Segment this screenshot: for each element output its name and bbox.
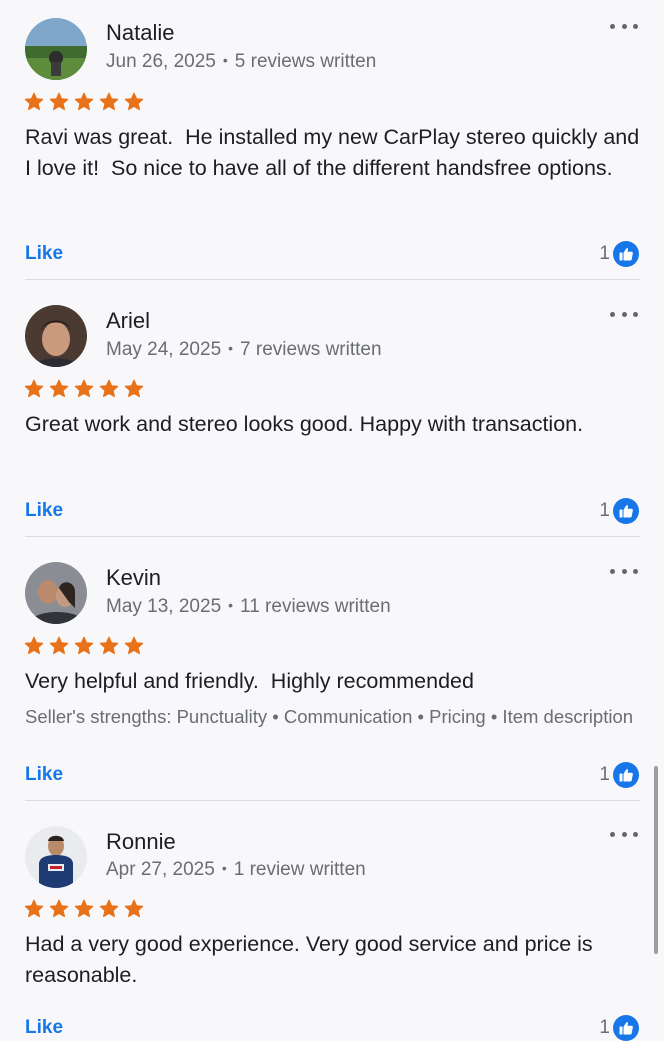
separator: • bbox=[221, 860, 227, 876]
reviews-written-count: 7 reviews written bbox=[240, 339, 382, 360]
star-icon bbox=[74, 92, 94, 111]
star-icon bbox=[124, 379, 144, 398]
like-count[interactable]: 1 bbox=[599, 498, 639, 524]
reviewer-name[interactable]: Ronnie bbox=[106, 829, 176, 855]
star-icon bbox=[49, 636, 69, 655]
star-icon bbox=[24, 899, 44, 918]
star-icon bbox=[124, 899, 144, 918]
seller-strengths: Seller's strengths: Punctuality • Commun… bbox=[25, 706, 634, 727]
star-icon bbox=[74, 379, 94, 398]
star-rating bbox=[24, 636, 149, 656]
avatar[interactable] bbox=[25, 562, 87, 624]
star-icon bbox=[49, 379, 69, 398]
like-button[interactable]: Like bbox=[25, 242, 63, 266]
star-icon bbox=[99, 379, 119, 398]
like-count-number: 1 bbox=[599, 243, 610, 264]
review-date: May 13, 2025 bbox=[106, 596, 222, 617]
star-icon bbox=[124, 92, 144, 111]
divider bbox=[25, 800, 640, 801]
avatar[interactable] bbox=[25, 305, 87, 367]
thumbs-up-icon bbox=[613, 498, 639, 524]
review-meta: May 24, 2025 • 7 reviews written bbox=[106, 338, 382, 362]
separator: • bbox=[222, 52, 228, 68]
more-options-icon[interactable] bbox=[610, 304, 638, 324]
reviewer-name[interactable]: Kevin bbox=[106, 565, 161, 591]
more-options-icon[interactable] bbox=[610, 561, 638, 581]
review-meta: Apr 27, 2025 • 1 review written bbox=[106, 858, 366, 882]
review-meta: May 13, 2025 • 11 reviews written bbox=[106, 595, 391, 619]
like-button[interactable]: Like bbox=[25, 499, 63, 523]
star-icon bbox=[24, 92, 44, 111]
review-text: Ravi was great. He installed my new CarP… bbox=[25, 125, 646, 180]
star-icon bbox=[24, 636, 44, 655]
review-date: Apr 27, 2025 bbox=[106, 859, 215, 880]
star-icon bbox=[124, 636, 144, 655]
divider bbox=[25, 279, 640, 280]
star-rating bbox=[24, 92, 149, 112]
like-count-number: 1 bbox=[599, 1017, 610, 1038]
review-text: Had a very good experience. Very good se… bbox=[25, 932, 599, 987]
star-rating bbox=[24, 379, 149, 399]
star-icon bbox=[99, 636, 119, 655]
reviews-written-count: 11 reviews written bbox=[240, 596, 391, 617]
reviewer-name[interactable]: Ariel bbox=[106, 308, 150, 334]
like-count[interactable]: 1 bbox=[599, 241, 639, 267]
scrollbar[interactable] bbox=[654, 766, 658, 954]
review-date: Jun 26, 2025 bbox=[106, 51, 216, 72]
thumbs-up-icon bbox=[613, 762, 639, 788]
like-button[interactable]: Like bbox=[25, 1016, 63, 1040]
star-icon bbox=[74, 636, 94, 655]
reviews-written-count: 5 reviews written bbox=[234, 51, 377, 72]
reviews-written-count: 1 review written bbox=[233, 859, 366, 880]
star-icon bbox=[49, 92, 69, 111]
review-text: Very helpful and friendly. Highly recomm… bbox=[25, 669, 474, 693]
star-icon bbox=[74, 899, 94, 918]
like-button[interactable]: Like bbox=[25, 763, 63, 787]
reviewer-name[interactable]: Natalie bbox=[106, 20, 174, 46]
like-count[interactable]: 1 bbox=[599, 1015, 639, 1041]
more-options-icon[interactable] bbox=[610, 16, 638, 36]
star-icon bbox=[99, 899, 119, 918]
review-meta: Jun 26, 2025 • 5 reviews written bbox=[106, 50, 376, 74]
thumbs-up-icon bbox=[613, 241, 639, 267]
thumbs-up-icon bbox=[613, 1015, 639, 1041]
avatar[interactable] bbox=[25, 826, 87, 888]
avatar[interactable] bbox=[25, 18, 87, 80]
separator: • bbox=[228, 597, 234, 613]
like-count-number: 1 bbox=[599, 764, 610, 785]
review-text: Great work and stereo looks good. Happy … bbox=[25, 412, 584, 436]
like-count-number: 1 bbox=[599, 500, 610, 521]
star-icon bbox=[99, 92, 119, 111]
more-options-icon[interactable] bbox=[610, 824, 638, 844]
like-count[interactable]: 1 bbox=[599, 762, 639, 788]
star-icon bbox=[49, 899, 69, 918]
review-date: May 24, 2025 bbox=[106, 339, 222, 360]
star-icon bbox=[24, 379, 44, 398]
star-rating bbox=[24, 899, 149, 919]
separator: • bbox=[228, 340, 234, 356]
divider bbox=[25, 536, 640, 537]
